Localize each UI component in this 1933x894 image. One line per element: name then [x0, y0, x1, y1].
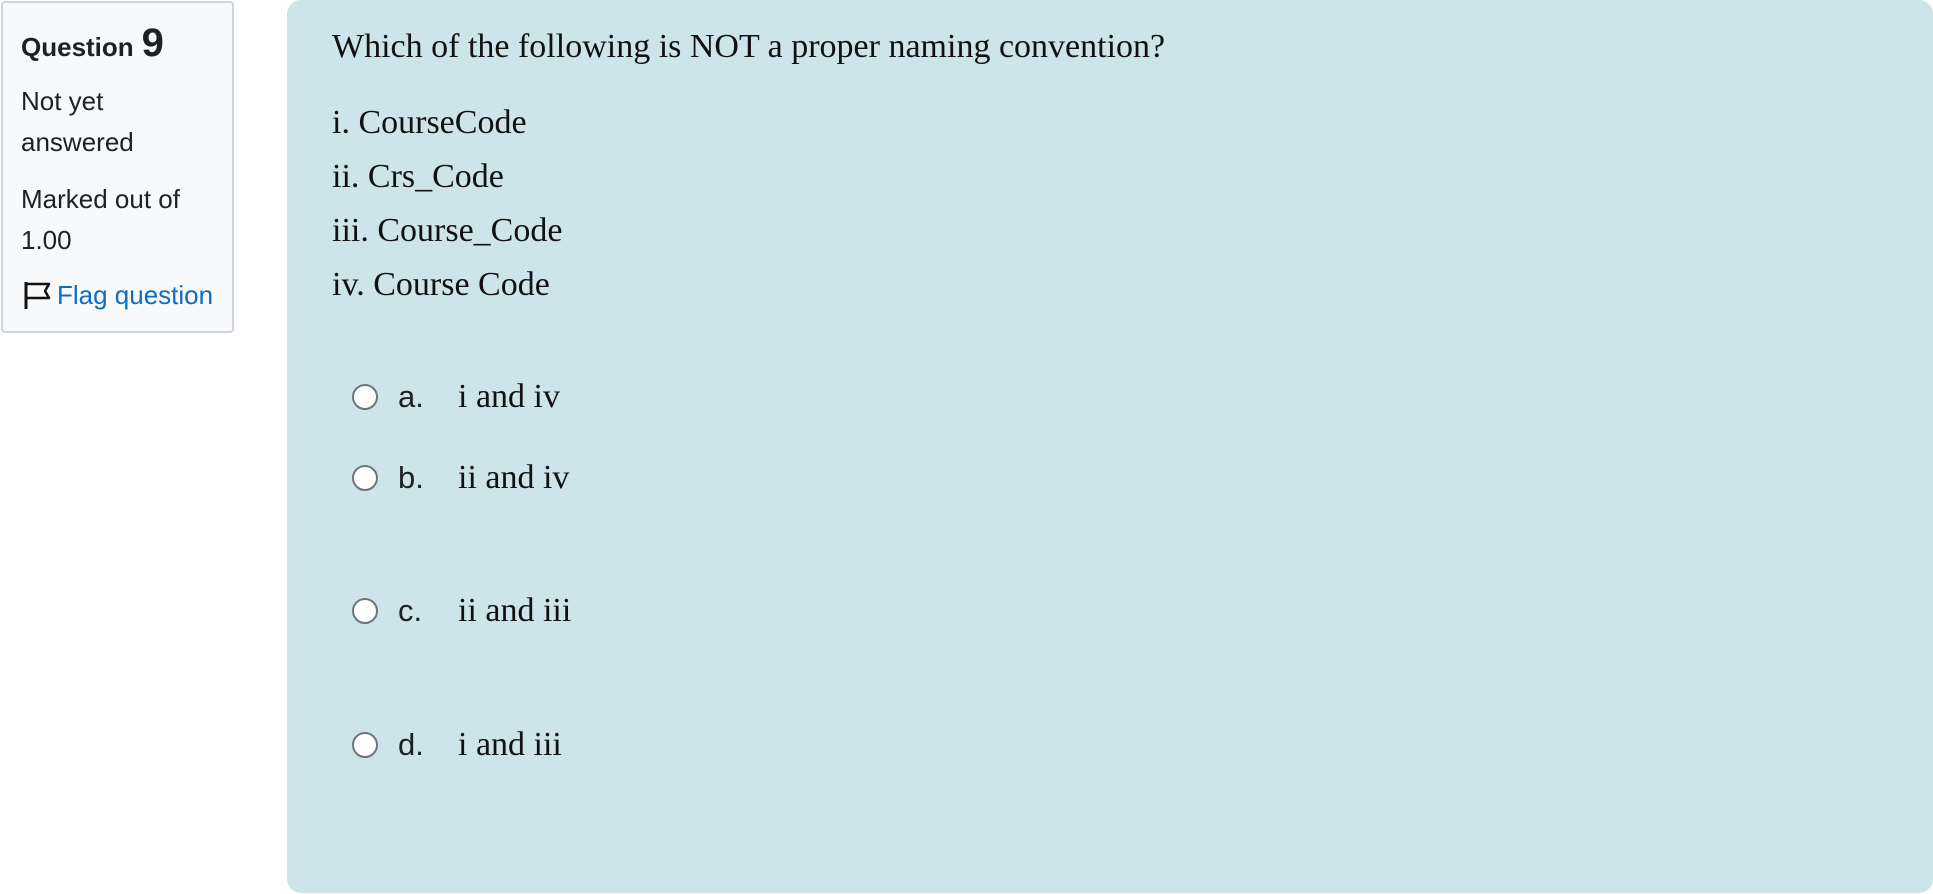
flag-question-link[interactable]: Flag question	[21, 279, 214, 311]
option-letter: d.	[398, 727, 424, 762]
question-text: Which of the following is NOT a proper n…	[332, 28, 1166, 65]
answer-option-d[interactable]: d. i and iii	[352, 726, 562, 764]
radio-button-b[interactable]	[352, 465, 378, 491]
statement-item: i. CourseCode	[332, 104, 527, 141]
option-letter: a.	[398, 379, 424, 414]
question-number-value: 9	[141, 21, 164, 65]
option-letter: b.	[398, 460, 424, 495]
answer-option-a[interactable]: a. i and iv	[352, 378, 560, 416]
question-panel: Which of the following is NOT a proper n…	[287, 0, 1933, 893]
question-state: Not yet answered	[21, 86, 134, 157]
question-grade: Marked out of 1.00	[21, 184, 180, 255]
question-info: Question 9 Not yet answered Marked out o…	[1, 1, 234, 333]
question-number: Question 9	[21, 23, 214, 63]
radio-button-d[interactable]	[352, 732, 378, 758]
radio-button-a[interactable]	[352, 384, 378, 410]
statement-item: ii. Crs_Code	[332, 158, 504, 195]
flag-question-label: Flag question	[57, 279, 214, 310]
statement-item: iii. Course_Code	[332, 212, 563, 249]
option-text: ii and iv	[458, 459, 570, 496]
question-label: Question	[21, 32, 134, 62]
statement-item: iv. Course Code	[332, 266, 550, 303]
option-text: i and iii	[458, 726, 562, 763]
answer-option-c[interactable]: c. ii and iii	[352, 592, 571, 630]
answer-option-b[interactable]: b. ii and iv	[352, 459, 569, 497]
radio-button-c[interactable]	[352, 598, 378, 624]
option-text: i and iv	[458, 378, 560, 415]
quiz-page: Question 9 Not yet answered Marked out o…	[0, 0, 1933, 894]
flag-icon	[21, 279, 53, 311]
option-text: ii and iii	[458, 592, 572, 629]
option-letter: c.	[398, 593, 423, 628]
